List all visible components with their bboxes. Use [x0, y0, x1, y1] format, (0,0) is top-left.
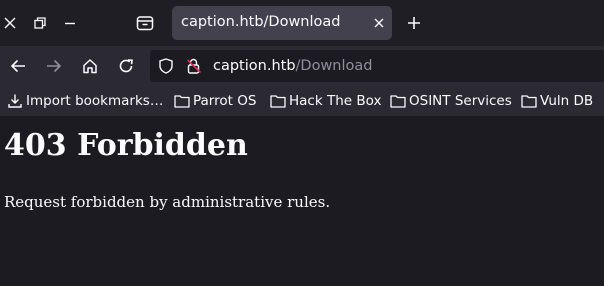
bookmark-folder-vuln-db[interactable]: Vuln DB	[521, 92, 593, 110]
bookmark-folder-hack-the-box[interactable]: Hack The Box	[270, 92, 381, 110]
folder-icon	[270, 95, 286, 108]
bookmarks-toolbar: Import bookmarks… Parrot OS Hack The Box…	[0, 86, 604, 116]
page-heading: 403 Forbidden	[4, 128, 248, 163]
folder-icon	[521, 95, 537, 108]
new-tab-icon[interactable]	[402, 11, 426, 35]
firefox-view-icon[interactable]	[133, 11, 157, 35]
tab-active[interactable]: caption.htb/Download	[172, 6, 392, 40]
insecure-lock-icon[interactable]	[182, 54, 206, 78]
bookmark-folder-parrot-os[interactable]: Parrot OS	[174, 92, 256, 110]
bookmark-label: Vuln DB	[540, 93, 594, 109]
url-bar[interactable]: caption.htb/Download	[150, 50, 604, 82]
bookmark-label: Hack The Box	[289, 93, 382, 109]
bookmark-label: OSINT Services	[409, 93, 512, 109]
url-host: caption.htb	[213, 58, 296, 74]
restore-window-icon[interactable]	[28, 11, 52, 35]
home-icon[interactable]	[78, 54, 102, 78]
url-text[interactable]: caption.htb/Download	[213, 58, 373, 74]
bookmark-import[interactable]: Import bookmarks…	[7, 92, 163, 110]
bookmark-label: Import bookmarks…	[26, 93, 164, 109]
minimize-window-icon[interactable]	[58, 11, 82, 35]
reload-icon[interactable]	[114, 54, 138, 78]
import-icon	[8, 94, 22, 108]
tab-title: caption.htb/Download	[181, 14, 341, 30]
tab-strip: caption.htb/Download	[0, 0, 604, 46]
forward-arrow-icon[interactable]	[42, 54, 66, 78]
page-content: 403 Forbidden Request forbidden by admin…	[0, 116, 604, 286]
tracking-protection-shield-icon[interactable]	[154, 54, 178, 78]
folder-icon	[390, 95, 406, 108]
bookmark-label: Parrot OS	[193, 93, 257, 109]
bookmark-folder-osint-services[interactable]: OSINT Services	[390, 92, 512, 110]
back-arrow-icon[interactable]	[6, 54, 30, 78]
error-message: Request forbidden by administrative rule…	[4, 193, 331, 211]
tab-close-icon[interactable]	[367, 11, 391, 35]
close-window-icon[interactable]	[0, 11, 22, 35]
url-path: /Download	[295, 58, 373, 74]
navigation-toolbar: caption.htb/Download	[0, 46, 604, 86]
folder-icon	[174, 95, 190, 108]
